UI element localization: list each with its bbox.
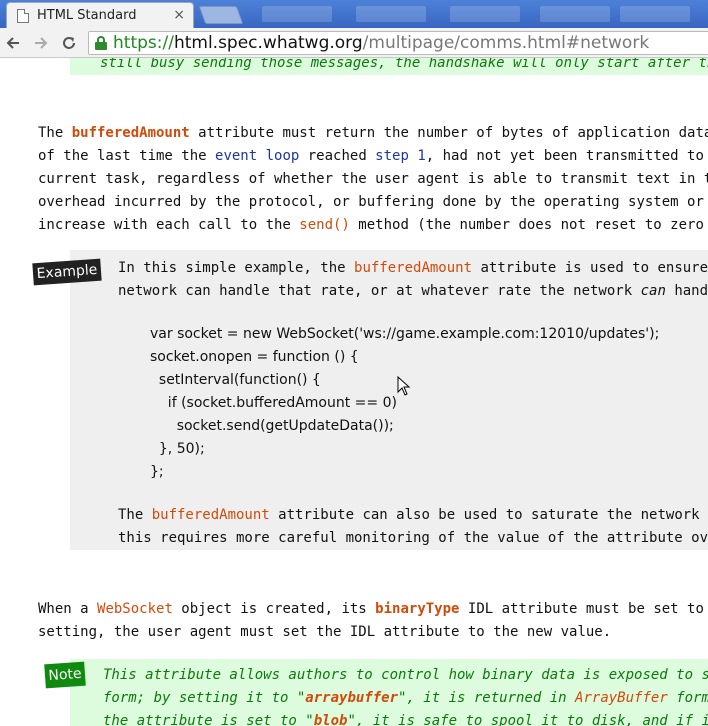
background-tab[interactable] [540,6,610,22]
paragraph-line: increase with each call to the send() me… [38,217,708,233]
note-label: Note [44,661,86,689]
background-tab[interactable] [450,6,520,22]
definition-term[interactable]: binaryType [375,601,459,617]
note-text: still busy sending those messages, the h… [100,58,708,71]
lock-icon [95,36,107,50]
example-line: In this simple example, the bufferedAmou… [118,260,708,276]
paragraph-line: overhead incurred by the protocol, or bu… [38,194,708,210]
example-label: Example [32,258,102,286]
note-line: the attribute is set to "blob", it is sa… [103,710,708,726]
websocket-link[interactable]: WebSocket [97,601,173,617]
code-line: }, 50); [150,441,205,457]
code-line: socket.send(getUpdateData()); [150,418,394,434]
background-tab[interactable] [356,6,426,22]
reload-button[interactable] [58,32,80,54]
paragraph-line: The bufferedAmount attribute must return… [38,125,708,141]
forward-arrow-icon [35,37,48,49]
blob-term[interactable]: blob [314,713,348,726]
paragraph-line: When a WebSocket object is created, its … [38,601,704,617]
note-line: This attribute allows authors to control… [103,667,708,683]
paragraph-line: setting, the user agent must set the IDL… [38,624,612,640]
code-line: socket.onopen = function () { [150,349,359,365]
buffered-amount-link[interactable]: bufferedAmount [152,507,270,523]
url-scheme: https:// [113,33,174,53]
background-tab[interactable] [262,6,332,22]
example-line: The bufferedAmount attribute can also be… [118,507,708,523]
back-arrow-icon [6,37,19,49]
note-line: form; by setting it to "arraybuffer", it… [103,690,708,706]
browser-toolbar: https://html.spec.whatwg.org/multipage/c… [0,28,708,58]
page-content: still busy sending those messages, the h… [0,58,708,726]
code-line: var socket = new WebSocket('ws://game.ex… [150,326,660,342]
mouse-cursor-icon [397,376,411,396]
paragraph-line: of the last time the event loop reached … [38,148,708,164]
example-line: this requires more careful monitoring of… [118,530,708,546]
paragraph-line: current task, regardless of whether the … [38,171,708,187]
url-host: html.spec.whatwg.org [173,33,363,53]
step-link[interactable]: step 1 [375,148,426,164]
new-tab-button[interactable] [198,6,244,24]
document-icon [17,8,29,23]
forward-button[interactable] [30,32,52,54]
arraybuffer-term[interactable]: arraybuffer [305,690,398,706]
address-bar[interactable]: https://html.spec.whatwg.org/multipage/c… [88,31,708,55]
definition-term[interactable]: bufferedAmount [72,125,190,141]
tab-strip: HTML Standard × [0,0,708,28]
code-line: }; [150,464,164,480]
back-button[interactable] [2,32,24,54]
event-loop-link[interactable]: event loop [215,148,299,164]
example-line: network can handle that rate, or at what… [118,283,708,299]
arraybuffer-link[interactable]: ArrayBuffer [575,690,668,706]
background-tab[interactable] [620,6,690,22]
reload-icon [63,37,75,49]
tab-title: HTML Standard [37,8,137,23]
tab-close-button[interactable]: × [173,7,185,23]
browser-tab[interactable]: HTML Standard × [6,2,194,28]
code-line: if (socket.bufferedAmount == 0) [150,395,397,411]
send-method-link[interactable]: send() [299,217,350,233]
buffered-amount-link[interactable]: bufferedAmount [354,260,472,276]
code-line: setInterval(function() { [150,372,321,388]
url-path: /multipage/comms.html#network [362,33,650,53]
